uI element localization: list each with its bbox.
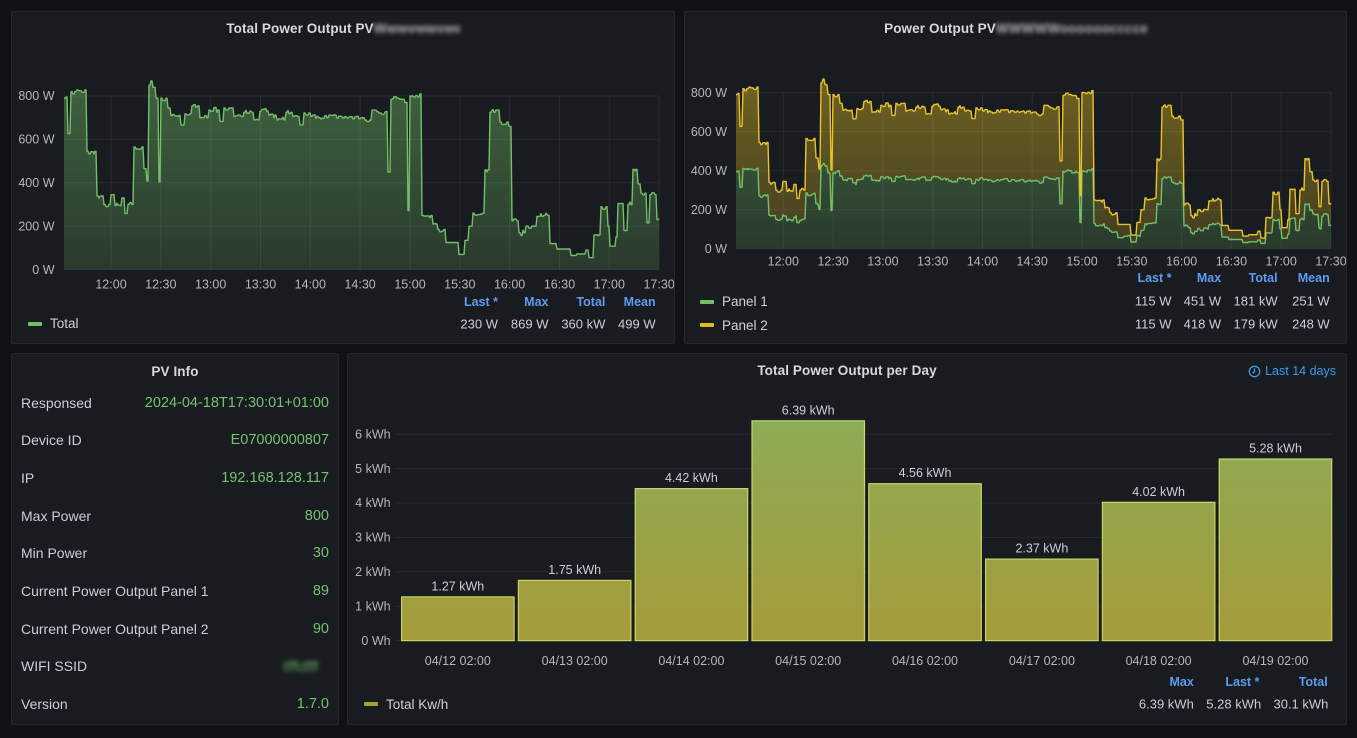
svg-text:200 W: 200 W [691,203,727,217]
svg-text:12:00: 12:00 [768,255,799,269]
svg-text:4.02 kWh: 4.02 kWh [1132,485,1185,499]
svg-text:3 kWh: 3 kWh [355,531,390,545]
svg-text:17:30: 17:30 [1315,255,1346,269]
svg-text:04/13 02:00: 04/13 02:00 [542,654,608,668]
svg-text:14:00: 14:00 [295,278,326,292]
svg-text:4 kWh: 4 kWh [355,496,390,510]
svg-text:16:30: 16:30 [544,278,575,292]
svg-text:0 Wh: 0 Wh [361,634,390,648]
svg-text:5 kWh: 5 kWh [355,462,390,476]
svg-text:1.75 kWh: 1.75 kWh [548,563,601,577]
svg-text:16:00: 16:00 [1166,255,1197,269]
svg-text:0 W: 0 W [32,263,54,277]
svg-text:2.37 kWh: 2.37 kWh [1015,542,1068,556]
svg-text:04/19 02:00: 04/19 02:00 [1242,654,1308,668]
svg-text:6.39 kWh: 6.39 kWh [782,403,835,417]
svg-text:16:30: 16:30 [1216,255,1247,269]
svg-text:14:30: 14:30 [1017,255,1048,269]
svg-text:13:00: 13:00 [195,278,226,292]
svg-text:6 kWh: 6 kWh [355,427,390,441]
svg-text:17:30: 17:30 [643,278,674,292]
svg-text:13:30: 13:30 [245,278,276,292]
svg-text:15:00: 15:00 [1066,255,1097,269]
svg-text:0 W: 0 W [705,242,727,256]
svg-text:15:30: 15:30 [444,278,475,292]
svg-text:15:30: 15:30 [1116,255,1147,269]
svg-text:200 W: 200 W [18,219,54,233]
svg-text:04/12 02:00: 04/12 02:00 [425,654,491,668]
svg-text:17:00: 17:00 [1266,255,1297,269]
svg-text:2 kWh: 2 kWh [355,565,390,579]
svg-text:04/14 02:00: 04/14 02:00 [658,654,724,668]
svg-text:17:00: 17:00 [594,278,625,292]
svg-text:13:30: 13:30 [917,255,948,269]
svg-text:1 kWh: 1 kWh [355,599,390,613]
svg-text:12:00: 12:00 [95,278,126,292]
svg-text:04/17 02:00: 04/17 02:00 [1009,654,1075,668]
svg-text:12:30: 12:30 [817,255,848,269]
svg-text:04/15 02:00: 04/15 02:00 [775,654,841,668]
svg-text:13:00: 13:00 [867,255,898,269]
svg-text:800 W: 800 W [691,86,727,100]
svg-text:4.42 kWh: 4.42 kWh [665,471,718,485]
svg-text:04/18 02:00: 04/18 02:00 [1126,654,1192,668]
svg-text:16:00: 16:00 [494,278,525,292]
svg-text:14:30: 14:30 [344,278,375,292]
svg-text:15:00: 15:00 [394,278,425,292]
svg-text:04/16 02:00: 04/16 02:00 [892,654,958,668]
svg-text:5.28 kWh: 5.28 kWh [1249,442,1302,456]
svg-text:400 W: 400 W [18,176,54,190]
svg-text:600 W: 600 W [691,125,727,139]
svg-text:600 W: 600 W [18,133,54,147]
svg-text:400 W: 400 W [691,164,727,178]
svg-text:1.27 kWh: 1.27 kWh [431,579,484,593]
svg-text:800 W: 800 W [18,89,54,103]
svg-text:4.56 kWh: 4.56 kWh [899,466,952,480]
svg-text:14:00: 14:00 [967,255,998,269]
svg-text:12:30: 12:30 [145,278,176,292]
